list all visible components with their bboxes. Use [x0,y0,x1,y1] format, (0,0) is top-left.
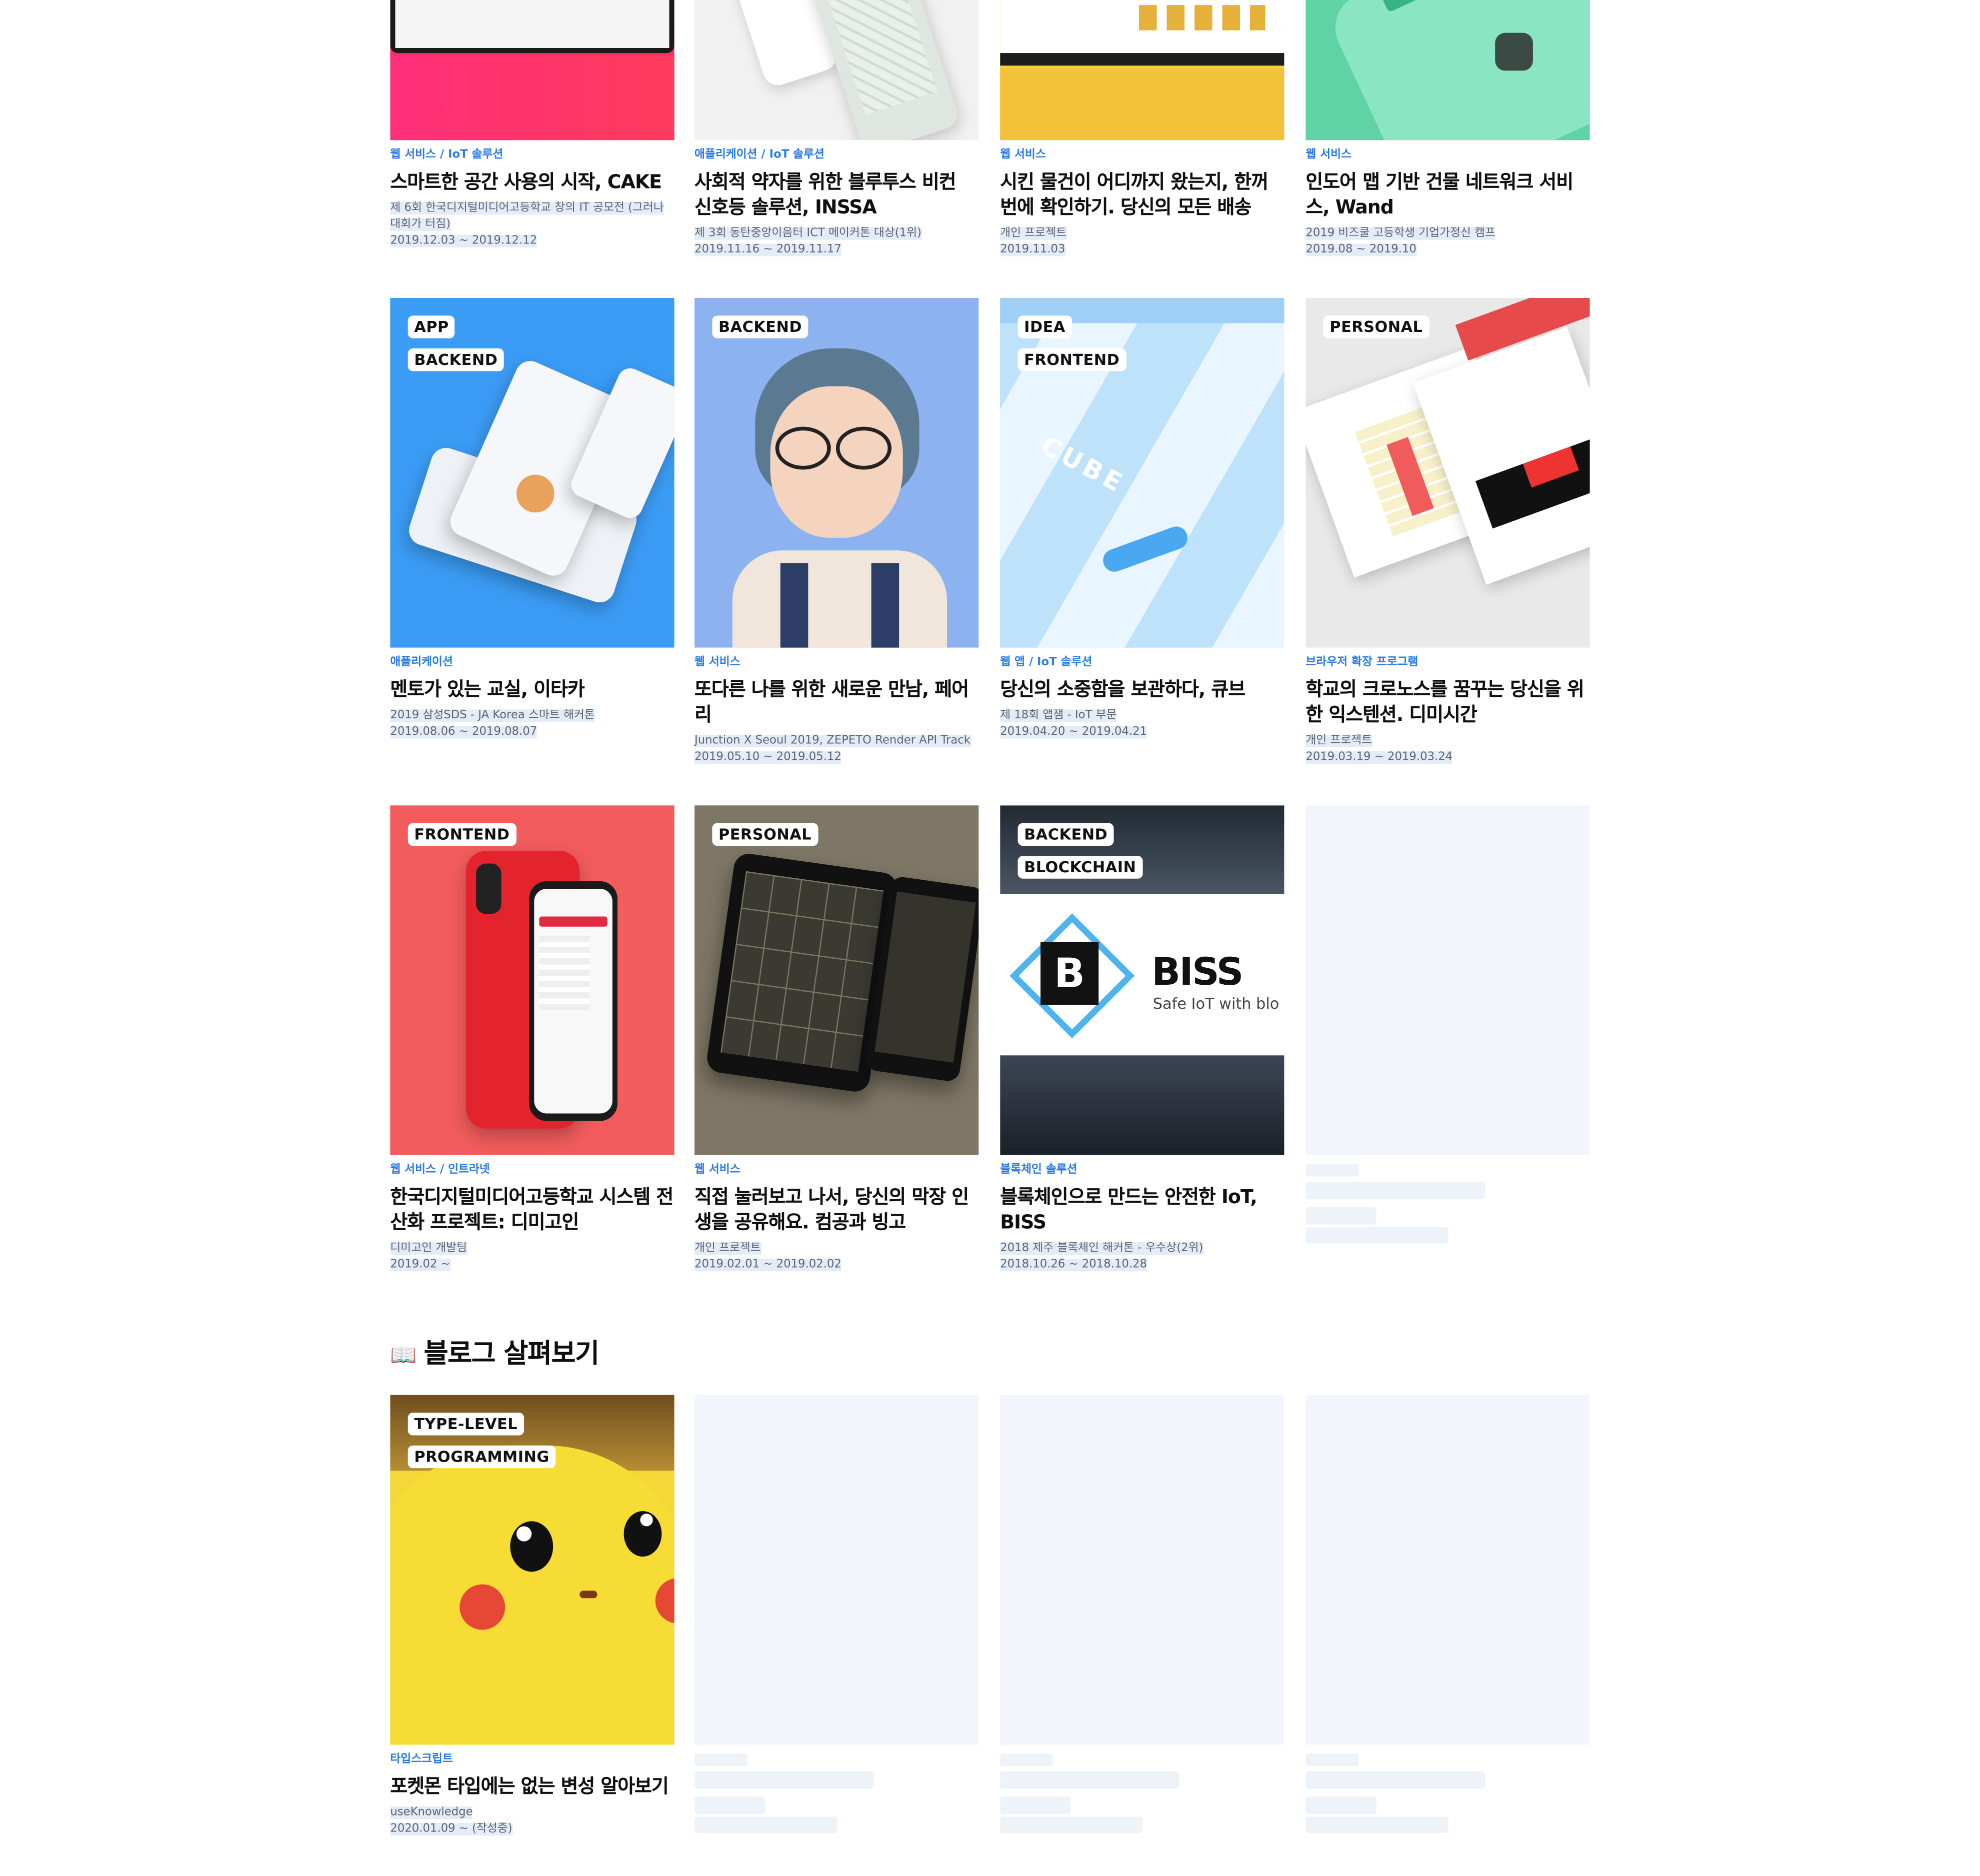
project-subtitle: 제 3회 동탄중앙이음터 ICT 메이커톤 대상(1위) [694,227,922,240]
blog-subtitle: useKnowledge [390,1806,473,1820]
project-category: 애플리케이션 / IoT 솔루션 [694,149,824,162]
project-tag: APP [408,315,456,338]
project-category: 애플리케이션 [390,656,453,669]
project-title[interactable]: 한국디지털미디어고등학교 시스템 전산화 프로젝트: 디미고인 [390,1184,674,1235]
project-title[interactable]: 블록체인으로 만드는 안전한 IoT, BISS [1000,1184,1284,1235]
project-thumbnail: FRONTEND [390,805,674,1155]
project-date: 2018.10.26 ~ 2018.10.28 [1000,1258,1147,1272]
skeleton-line [694,1796,766,1815]
project-title[interactable]: 인도어 맵 기반 건물 네트워크 서비스, Wand [1306,169,1590,219]
project-subtitle: Junction X Seoul 2019, ZEPETO Render API… [694,734,970,748]
project-tag: BACKEND [1018,823,1114,846]
project-date: 2019.08 ~ 2019.10 [1306,243,1416,256]
project-date: 2019.03.19 ~ 2019.03.24 [1306,751,1453,764]
project-subtitle: 개인 프로젝트 [1000,227,1066,240]
project-title[interactable]: 학교의 크로노스를 꿈꾸는 당신을 위한 익스텐션. 디미시간 [1306,677,1590,727]
biss-logo-text: BISS [1152,950,1244,995]
project-tag: BACKEND [712,315,808,338]
project-thumbnail: CUBE IDEA FRONTEND [1000,298,1284,648]
project-category: 블록체인 솔루션 [1000,1164,1078,1177]
project-thumbnail [1306,0,1590,140]
project-category: 웹 서비스 / IoT 솔루션 [390,149,504,162]
blog-date: 2020.01.09 ~ (작성중) [390,1823,512,1836]
project-category: 브라우저 확장 프로그램 [1306,656,1418,669]
project-title[interactable]: 시킨 물건이 어디까지 왔는지, 한꺼번에 확인하기. 당신의 모든 배송 [1000,169,1284,219]
project-title[interactable]: 또다른 나를 위한 새로운 만남, 페어리 [694,677,978,727]
placeholder-thumbnail [1306,1395,1590,1745]
skeleton-line [1000,1796,1071,1815]
project-thumbnail [694,0,979,140]
biss-logo-icon: B [1040,942,1099,1005]
biss-tagline: Safe IoT with blo [1152,995,1280,1013]
skeleton-line [1000,1771,1180,1789]
skeleton-line [1306,1796,1376,1815]
project-title[interactable]: 사회적 약자를 위한 블루투스 비컨 신호등 솔루션, INSSA [694,169,978,219]
project-category: 웹 서비스 [1000,149,1046,162]
project-subtitle: 제 18회 앱잼 - IoT 부문 [1000,709,1117,722]
project-thumbnail: B BISS Safe IoT with blo BACKEND BLOCKCH… [1000,805,1284,1155]
project-date: 2019.05.10 ~ 2019.05.12 [694,751,842,764]
project-date: 2019.02.01 ~ 2019.02.02 [694,1258,842,1272]
skeleton-line [694,1817,838,1834]
project-tag: IDEA [1018,315,1072,338]
project-date: 2019.11.16 ~ 2019.11.17 [694,243,842,256]
project-category: 웹 서비스 [694,1164,740,1177]
blog-tag: TYPE-LEVEL [408,1413,524,1436]
project-thumbnail: APP BACKEND [390,298,674,648]
project-category: 웹 서비스 [694,656,740,669]
project-thumbnail: PERSONAL [1306,298,1590,648]
skeleton-line [1306,1771,1485,1789]
skeleton-line [1000,1753,1054,1767]
blog-tag: PROGRAMMING [408,1445,556,1469]
project-title[interactable]: 당신의 소중함을 보관하다, 큐브 [1000,677,1284,702]
project-subtitle: 개인 프로젝트 [1306,734,1372,748]
project-date: 2019.02 ~ [390,1258,450,1272]
project-subtitle: 개인 프로젝트 [694,1242,761,1255]
placeholder-thumbnail [694,1395,979,1745]
project-category: 웹 서비스 [1306,149,1352,162]
project-category: 웹 서비스 / 인트라넷 [390,1164,490,1177]
project-title[interactable]: 직접 눌러보고 나서, 당신의 막장 인생을 공유해요. 컴공과 빙고 [694,1184,978,1235]
project-date: 2019.08.06 ~ 2019.08.07 [390,726,538,739]
project-tag: FRONTEND [408,823,516,846]
project-thumbnail: BACKEND [694,298,979,648]
page: 웹 서비스 / IoT 솔루션 스마트한 공간 사용의 시작, CAKE 제 6… [0,0,1980,1876]
project-title[interactable]: 멘토가 있는 교실, 이타카 [390,677,674,702]
project-tag: PERSONAL [712,823,818,846]
project-subtitle: 2019 삼성SDS - JA Korea 스마트 해커톤 [390,709,595,722]
skeleton-line [1000,1817,1143,1834]
project-thumbnail [1000,0,1284,140]
skeleton-line [1306,1227,1448,1244]
skeleton-line [1306,1181,1485,1200]
project-tag: FRONTEND [1018,348,1126,371]
project-title[interactable]: 스마트한 공간 사용의 시작, CAKE [390,169,674,194]
project-tag: PERSONAL [1323,315,1429,338]
blog-title[interactable]: 포켓몬 타입에는 없는 변성 알아보기 [390,1774,674,1799]
placeholder-thumbnail [1306,805,1590,1155]
placeholder-thumbnail [1000,1395,1284,1745]
blog-category: 타입스크립트 [390,1753,453,1767]
project-date: 2019.11.03 [1000,243,1066,256]
blog-post-thumbnail: TYPE-LEVEL PROGRAMMING [390,1395,674,1745]
skeleton-line [694,1771,874,1789]
project-thumbnail: PERSONAL [694,805,979,1155]
project-subtitle: 2018 제주 블록체인 해커톤 - 우수상(2위) [1000,1242,1204,1255]
blog-section-heading: 📖 블로그 살펴보기 [390,1333,600,1371]
project-date: 2019.12.03 ~ 2019.12.12 [390,234,538,247]
skeleton-line [1306,1207,1376,1225]
project-thumbnail [390,0,674,140]
project-subtitle: 2019 비즈쿨 고등학생 기업가정신 캠프 [1306,227,1496,240]
project-tag: BLOCKCHAIN [1018,856,1143,879]
project-date: 2019.04.20 ~ 2019.04.21 [1000,726,1147,739]
skeleton-line [1306,1164,1359,1177]
book-icon: 📖 [390,1343,416,1369]
project-subtitle: 제 6회 한국디지털미디어고등학교 창의 IT 공모전 (그러나 대회가 터짐) [390,202,664,231]
project-subtitle: 디미고인 개발팀 [390,1242,468,1255]
skeleton-line [694,1753,748,1767]
project-tag: BACKEND [408,348,504,371]
blog-section-title: 블로그 살펴보기 [424,1338,600,1369]
skeleton-line [1306,1753,1359,1767]
skeleton-line [1306,1817,1448,1834]
project-category: 웹 앱 / IoT 솔루션 [1000,656,1092,669]
